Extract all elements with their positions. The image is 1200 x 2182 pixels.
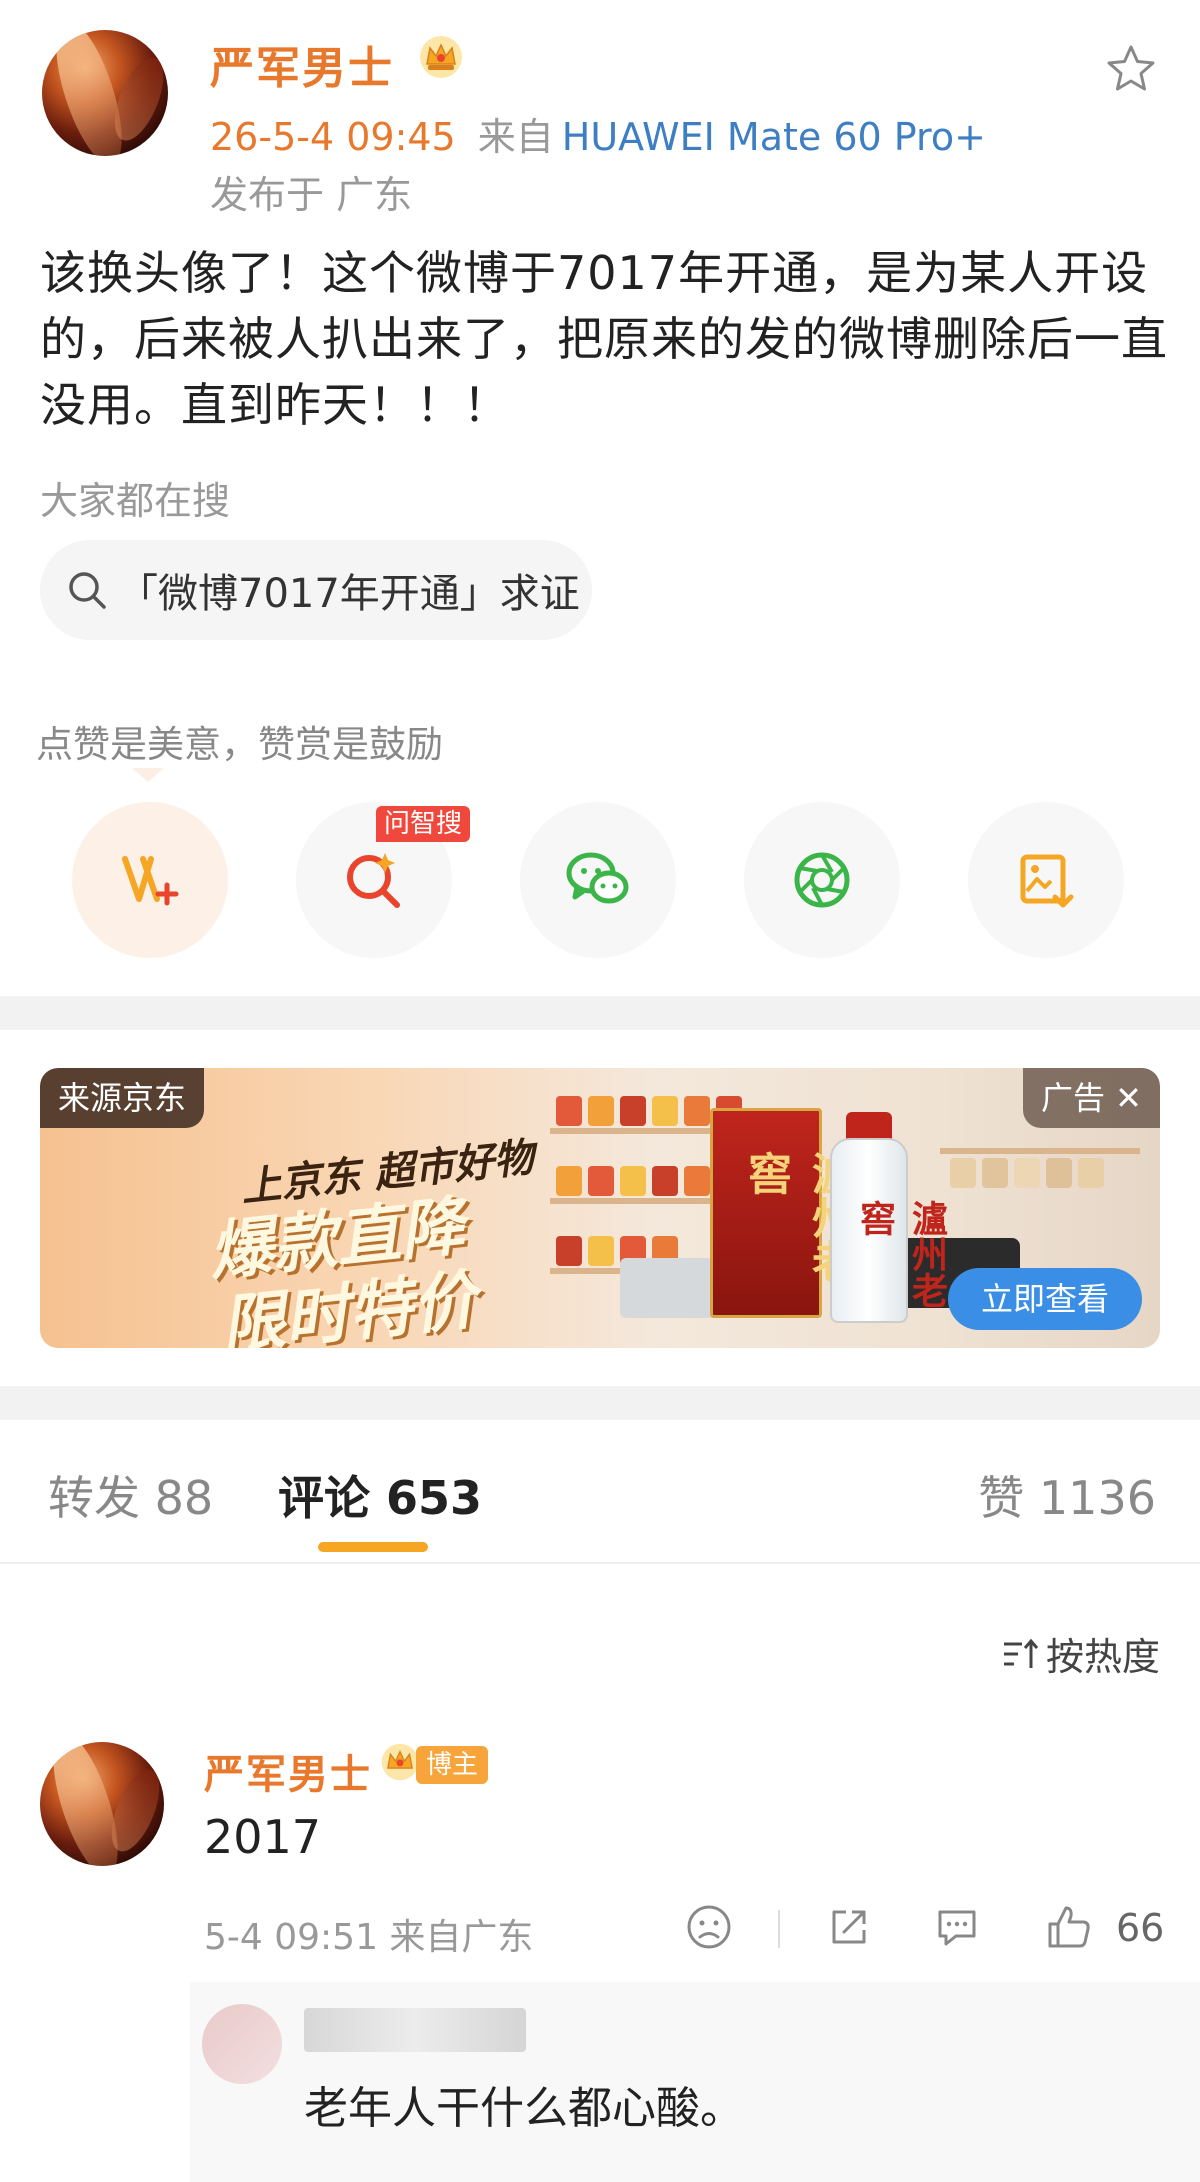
thumbs-up-icon[interactable] bbox=[1044, 1902, 1094, 1952]
ad-close-button[interactable]: 广告 ✕ bbox=[1023, 1068, 1160, 1128]
tab-likes[interactable]: 赞 1136 bbox=[978, 1462, 1156, 1528]
ad-cta-button[interactable]: 立即查看 bbox=[948, 1268, 1142, 1330]
post-text: 该换头像了！这个微博于7017年开通，是为某人开设的，后来被人扒出来了，把原来的… bbox=[40, 246, 1168, 432]
save-image-icon bbox=[1020, 854, 1074, 908]
post-location: 发布于 广东 bbox=[210, 173, 413, 217]
v-plus-icon bbox=[122, 856, 179, 906]
shelf-board bbox=[940, 1148, 1140, 1154]
ad-source-label: 来源京东 bbox=[40, 1068, 205, 1128]
moments-aperture-icon bbox=[794, 852, 850, 908]
sort-label: 按热度 bbox=[1045, 1635, 1160, 1679]
wechat-icon bbox=[566, 852, 629, 904]
tab-border bbox=[0, 1562, 1200, 1564]
frown-icon[interactable] bbox=[684, 1902, 734, 1952]
trending-search-title: 大家都在搜 bbox=[40, 479, 231, 523]
crown-icon bbox=[420, 36, 462, 78]
tab-repost[interactable]: 转发 88 bbox=[48, 1462, 213, 1528]
section-divider bbox=[0, 1386, 1200, 1420]
reward-tip-pointer bbox=[132, 768, 164, 782]
sort-icon bbox=[1003, 1638, 1039, 1668]
post-from: 来自 bbox=[477, 115, 554, 159]
favorite-star-icon[interactable] bbox=[1104, 42, 1158, 96]
reply-text: 老年人干什么都心酸。 bbox=[304, 2083, 744, 2134]
comment-meta: 5-4 09:51 来自广东 bbox=[204, 1917, 534, 1958]
save-image-button[interactable] bbox=[968, 802, 1124, 958]
tab-indicator bbox=[318, 1542, 428, 1552]
ad-liquor-box: 瀘州老窖 bbox=[710, 1108, 855, 1318]
post-meta: 26-5-4 09:45 来自 HUAWEI Mate 60 Pro+ bbox=[210, 106, 986, 161]
trending-search-chip[interactable]: 「微博7017年开通」求证 bbox=[40, 540, 592, 640]
comment-avatar[interactable] bbox=[40, 1742, 164, 1866]
post-device[interactable]: HUAWEI Mate 60 Pro+ bbox=[562, 115, 986, 159]
reply-avatar[interactable] bbox=[202, 2004, 282, 2084]
search-icon bbox=[69, 572, 106, 609]
comment-icon[interactable] bbox=[932, 1902, 982, 1952]
author-name[interactable]: 严军男士 bbox=[210, 32, 394, 96]
reply-author-blurred bbox=[304, 2008, 526, 2052]
author-avatar[interactable] bbox=[42, 30, 168, 156]
wenzhi-badge: 问智搜 bbox=[376, 806, 471, 842]
post-time: 26-5-4 09:45 bbox=[210, 115, 456, 159]
tab-comments[interactable]: 评论 653 bbox=[278, 1462, 482, 1528]
sort-toggle[interactable]: 按热度 bbox=[1000, 1626, 1160, 1681]
comment-author[interactable]: 严军男士 bbox=[204, 1742, 372, 1800]
author-badge: 博主 bbox=[416, 1746, 489, 1784]
share-moments-button[interactable] bbox=[744, 802, 900, 958]
comment-like-count: 66 bbox=[1116, 1906, 1165, 1950]
sparkle-search-icon bbox=[347, 853, 400, 908]
reward-tip: 点赞是美意，赞赏是鼓励 bbox=[36, 723, 443, 766]
share-icon[interactable] bbox=[824, 1902, 874, 1952]
share-wechat-button[interactable] bbox=[520, 802, 676, 958]
shelf-products bbox=[950, 1158, 1104, 1188]
comment-text: 2017 bbox=[204, 1810, 322, 1864]
crown-icon bbox=[381, 1743, 419, 1781]
trending-search-label: 「微博7017年开通」求证 bbox=[118, 571, 580, 617]
action-separator bbox=[778, 1910, 780, 1948]
reward-button[interactable] bbox=[72, 802, 228, 958]
ad-liquor-bottle: 瀘州老窖 bbox=[830, 1138, 947, 1323]
ad-banner[interactable]: 瀘州老窖 瀘州老窖 上京东 超市好物 爆款直降 限时特价 来源京东 广告 ✕ 立… bbox=[40, 1068, 1160, 1348]
section-divider bbox=[0, 996, 1200, 1030]
